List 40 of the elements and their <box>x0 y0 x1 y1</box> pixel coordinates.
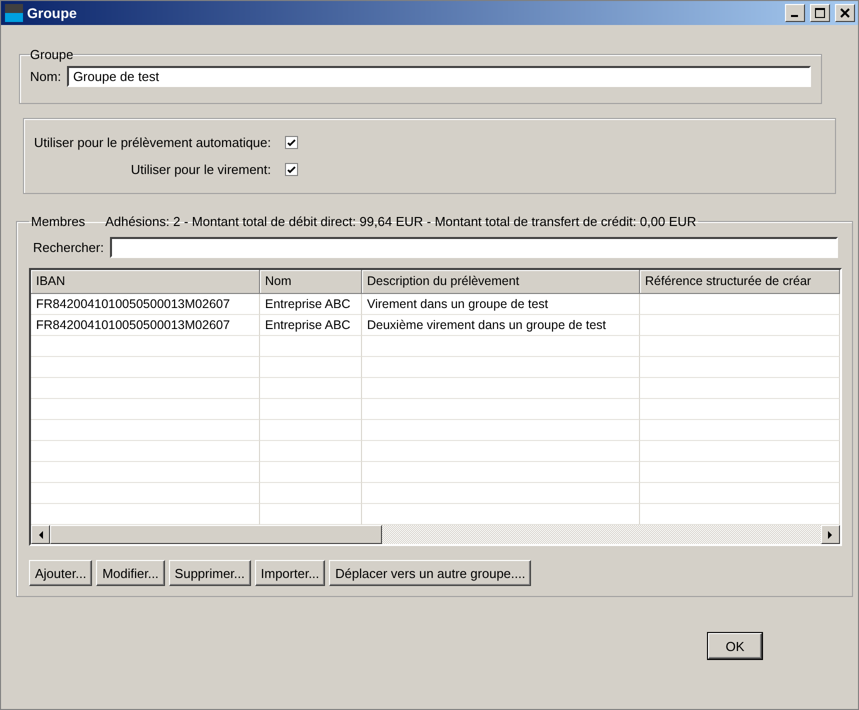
action-button[interactable]: Ajouter... <box>29 560 92 586</box>
name-label: Nom: <box>30 69 62 84</box>
close-icon <box>840 8 850 18</box>
scroll-left-button[interactable] <box>31 525 50 544</box>
search-field[interactable] <box>110 237 838 258</box>
column-header[interactable]: Nom <box>260 270 362 294</box>
right-arrow-icon <box>828 530 833 538</box>
left-arrow-icon <box>38 530 43 538</box>
ok-button[interactable]: OK <box>708 633 762 659</box>
table-cell: Virement dans un groupe de test <box>362 294 640 315</box>
option-label: Utiliser pour le prélèvement automatique: <box>34 135 272 150</box>
column-header[interactable]: Référence structurée de créar <box>640 270 840 294</box>
table-cell: Deuxième virement dans un groupe de test <box>362 315 640 336</box>
option-label: Utiliser pour le virement: <box>130 162 272 177</box>
action-button[interactable]: Supprimer... <box>168 560 251 586</box>
group-legend: Groupe <box>30 47 74 62</box>
checkbox[interactable] <box>285 136 298 149</box>
column-header[interactable]: Description du prélèvement <box>362 270 640 294</box>
table-cell: Entreprise ABC <box>260 294 362 315</box>
close-button[interactable] <box>835 4 855 22</box>
window-title: Groupe <box>27 5 78 21</box>
column-header[interactable]: IBAN <box>31 270 260 294</box>
members-legend: Membres <box>31 214 86 229</box>
maximize-button[interactable] <box>810 4 830 22</box>
maximize-icon <box>815 8 825 18</box>
table-cell: Entreprise ABC <box>260 315 362 336</box>
minimize-button[interactable] <box>785 4 805 22</box>
action-button[interactable]: Modifier... <box>96 560 165 586</box>
action-button[interactable]: Déplacer vers un autre groupe.... <box>329 560 532 586</box>
app-icon <box>5 4 23 22</box>
search-label: Rechercher: <box>33 240 104 255</box>
scroll-right-button[interactable] <box>821 525 840 544</box>
scroll-thumb[interactable] <box>50 525 382 544</box>
horizontal-scrollbar[interactable] <box>31 525 840 544</box>
checkbox[interactable] <box>285 163 298 176</box>
table-cell: FR8420041010050500013M02607 <box>31 294 260 315</box>
action-button[interactable]: Importer... <box>254 560 326 586</box>
table-cell: FR8420041010050500013M02607 <box>31 315 260 336</box>
members-summary: Adhésions: 2 - Montant total de débit direct: 99,64 EUR - Montant total de transfert de crédit: 0,00 EUR <box>105 214 696 229</box>
name-field[interactable]: Groupe de test <box>67 66 811 87</box>
